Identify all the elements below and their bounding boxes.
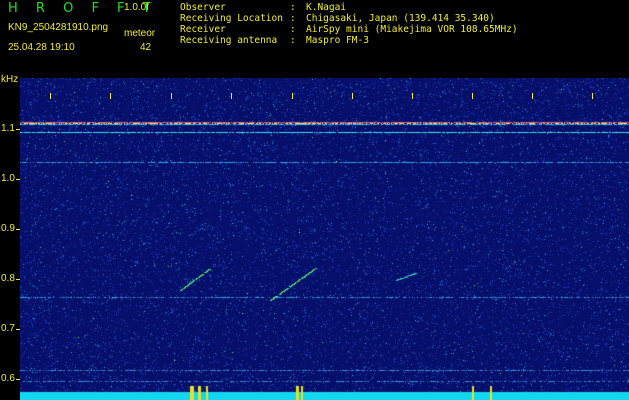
x-tick-mark [592, 93, 593, 99]
station-info: Observer: K.Nagai Receiving Location: Chig… [180, 2, 518, 46]
x-tick-mark [171, 93, 172, 99]
info-sep: : [290, 13, 296, 24]
info-value: K.Nagai [306, 2, 347, 13]
info-key: Receiving antenna [180, 35, 278, 46]
info-key: Observer [180, 2, 226, 13]
x-tick-mark [412, 93, 413, 99]
mode-label: meteor [124, 28, 156, 39]
info-row-observer: Observer: K.Nagai [180, 2, 518, 13]
x-tick-mark [50, 93, 51, 99]
y-tick-mark [16, 129, 20, 130]
x-tick-mark [532, 93, 533, 99]
spectrogram-canvas [20, 78, 629, 400]
detection-count: 42 [140, 42, 152, 53]
info-sep: : [290, 24, 296, 35]
info-value: Maspro FM-3 [306, 35, 369, 46]
info-sep: : [290, 2, 296, 13]
y-tick-mark [16, 329, 20, 330]
capture-datetime: 25.04.28 19:10 [8, 42, 75, 53]
info-key: Receiver [180, 24, 226, 35]
header-panel: H R O F F T 1.0.0f KN9_2504281910.png me… [0, 0, 629, 78]
y-tick-mark [16, 229, 20, 230]
y-tick-mark [16, 379, 20, 380]
file-name: KN9_2504281910.png [8, 22, 109, 33]
y-axis-unit: kHz [1, 74, 19, 85]
info-key: Receiving Location [180, 13, 283, 24]
info-value: AirSpy mini (Miakejima VOR 108.65MHz) [306, 24, 518, 35]
x-tick-mark [472, 93, 473, 99]
info-row-antenna: Receiving antenna: Maspro FM-3 [180, 35, 518, 46]
info-sep: : [290, 35, 296, 46]
version-label: 1.0.0f [124, 2, 150, 13]
x-tick-mark [231, 93, 232, 99]
x-tick-mark [110, 93, 111, 99]
x-tick-mark [292, 93, 293, 99]
info-row-location: Receiving Location: Chigasaki, Japan (139… [180, 13, 518, 24]
info-value: Chigasaki, Japan (139.414 35.340) [306, 13, 495, 24]
y-tick-mark [16, 179, 20, 180]
x-tick-mark [352, 93, 353, 99]
y-tick-mark [16, 279, 20, 280]
info-row-receiver: Receiver: AirSpy mini (Miakejima VOR 108.… [180, 24, 518, 35]
